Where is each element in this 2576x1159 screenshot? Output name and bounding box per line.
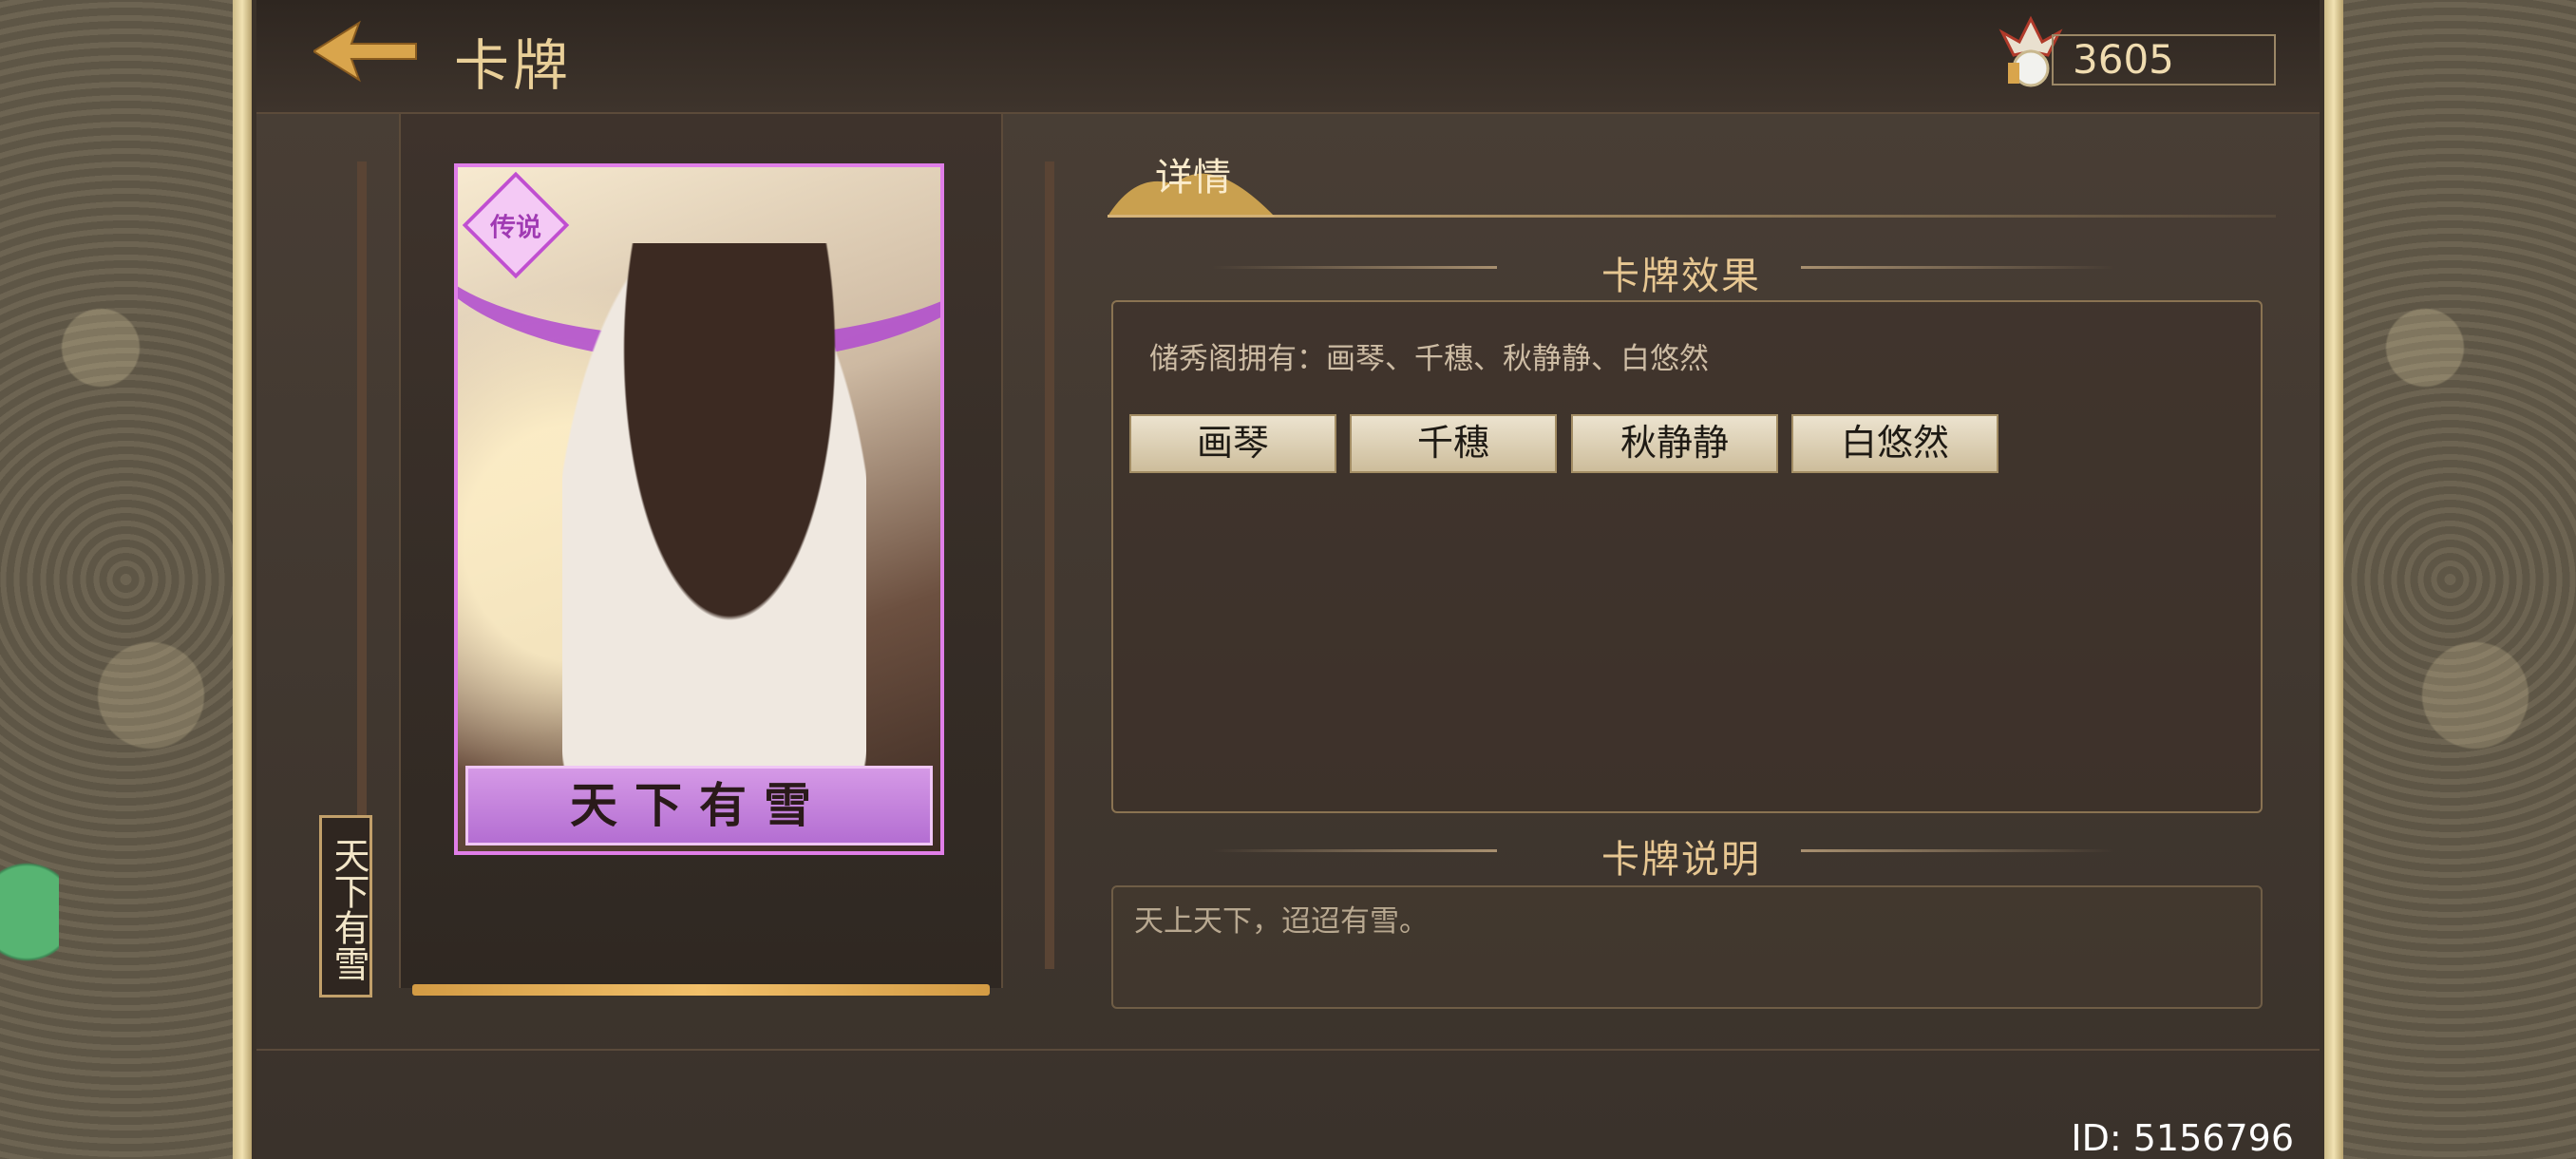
back-button[interactable]	[312, 17, 418, 86]
tab-underline	[1108, 215, 2276, 218]
desc-title-ornament-left	[1212, 849, 1497, 852]
effect-title-ornament-right	[1801, 266, 2114, 269]
player-id: ID: 5156796	[2071, 1117, 2294, 1159]
effect-box	[1111, 300, 2263, 813]
card-artwork[interactable]: 传说 天下有雪	[454, 163, 944, 855]
member-button-3[interactable]: 秋静静	[1571, 414, 1778, 473]
right-decorative-border	[2324, 0, 2576, 1159]
left-decorative-border	[0, 0, 252, 1159]
currency-amount: 3605	[2052, 34, 2276, 86]
page-title: 卡牌	[454, 33, 573, 98]
effect-description: 储秀阁拥有：画琴、千穗、秋静静、白悠然	[1149, 342, 1709, 376]
member-button-2[interactable]: 千穗	[1350, 414, 1557, 473]
effect-title-ornament-left	[1212, 266, 1497, 269]
floating-assistant-button[interactable]	[0, 850, 59, 974]
member-button-4[interactable]: 白悠然	[1791, 414, 1998, 473]
member-button-1[interactable]: 画琴	[1129, 414, 1336, 473]
back-arrow-icon	[312, 20, 417, 83]
card-progress-bar	[412, 984, 990, 996]
desc-title-ornament-right	[1801, 849, 2114, 852]
card-character-illustration	[562, 243, 866, 775]
description-section-title: 卡牌说明	[1601, 838, 1761, 882]
card-description-text: 天上天下，迢迢有雪。	[1134, 904, 1429, 939]
effect-section-title: 卡牌效果	[1601, 255, 1761, 298]
tab-details[interactable]: 详情	[1155, 146, 1231, 201]
card-nameplate: 天下有雪	[465, 766, 933, 846]
bottom-divider	[256, 1049, 2320, 1051]
scroll-pole-right	[1045, 162, 1054, 969]
left-border-rail	[233, 0, 252, 1159]
card-vertical-name: 天下有雪	[319, 815, 372, 998]
right-border-rail	[2324, 0, 2343, 1159]
rarity-badge-label: 传说	[489, 213, 542, 242]
